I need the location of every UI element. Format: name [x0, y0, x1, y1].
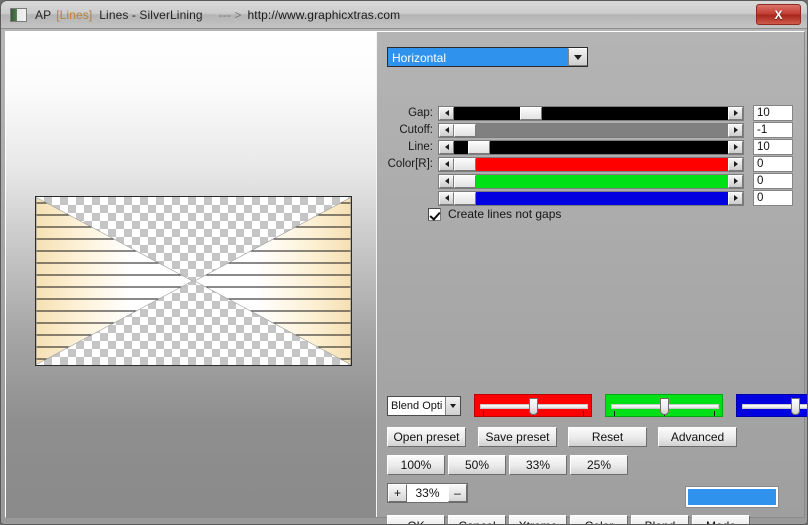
slider-thumb[interactable] [519, 106, 542, 120]
slider-label: Gap: [408, 107, 433, 119]
slider-left-arrow-icon[interactable] [439, 140, 454, 154]
xtreme-button[interactable]: Xtreme [509, 515, 567, 524]
ok-button[interactable]: OK [387, 515, 445, 524]
create-lines-checkbox[interactable]: Create lines not gaps [428, 207, 561, 221]
color-swatch[interactable] [685, 486, 779, 508]
checkbox-label: Create lines not gaps [448, 207, 562, 221]
mode-dropdown-value: Horizontal [388, 48, 568, 66]
title-separator: --- > [218, 7, 242, 22]
zoom-decrease-button[interactable]: – [448, 484, 467, 502]
preview-pane [6, 32, 377, 517]
slider-label: Line: [408, 141, 433, 153]
slider-scrollbar[interactable] [438, 190, 744, 206]
rgb-slider-blue[interactable] [736, 394, 807, 417]
slider-scrollbar[interactable] [438, 173, 744, 189]
slider-row: Color[R]: 0 [378, 156, 804, 172]
close-button[interactable]: X [756, 4, 801, 25]
slider-row: Gap: 10 [378, 105, 804, 121]
slider-right-arrow-icon[interactable] [728, 123, 743, 137]
rgb-slider-red[interactable] [474, 394, 592, 417]
slider-track[interactable] [454, 191, 728, 205]
save-preset-button[interactable]: Save preset [478, 427, 557, 447]
title-plugin-name: Lines - SilverLining [99, 7, 203, 22]
client-area: Horizontal Gap: 10 Cutoff: -1 Line: 10 Color[R… [5, 31, 807, 524]
slider-track[interactable] [454, 123, 728, 137]
slider-scrollbar[interactable] [438, 105, 744, 121]
slider-value-field[interactable]: -1 [753, 122, 793, 138]
slider-right-arrow-icon[interactable] [728, 106, 743, 120]
close-icon: X [774, 7, 783, 22]
control-pane: Horizontal Gap: 10 Cutoff: -1 Line: 10 Color[R… [378, 32, 807, 524]
zoom-stepper[interactable]: + 33% – [387, 483, 468, 503]
zoom-25-button[interactable]: 25% [570, 455, 628, 475]
zoom-50-button[interactable]: 50% [448, 455, 506, 475]
zoom-increase-button[interactable]: + [388, 484, 407, 502]
slider-scrollbar[interactable] [438, 139, 744, 155]
slider-thumb[interactable] [454, 123, 476, 137]
slider-value-field[interactable]: 0 [753, 190, 793, 206]
reset-button[interactable]: Reset [568, 427, 647, 447]
slider-row: 0 [378, 173, 804, 189]
checkbox-box[interactable] [428, 207, 441, 221]
title-plugin-bracket: [Lines] [56, 7, 93, 22]
rgb-slider-thumb[interactable] [660, 398, 669, 415]
slider-thumb[interactable] [454, 157, 476, 171]
mode-button[interactable]: Mode [692, 515, 750, 524]
advanced-button[interactable]: Advanced [658, 427, 737, 447]
slider-left-arrow-icon[interactable] [439, 191, 454, 205]
rgb-slider-green[interactable] [605, 394, 723, 417]
slider-track[interactable] [454, 157, 728, 171]
slider-left-arrow-icon[interactable] [439, 106, 454, 120]
zoom-100-button[interactable]: 100% [387, 455, 445, 475]
blend-button[interactable]: Blend [631, 515, 689, 524]
slider-right-arrow-icon[interactable] [728, 140, 743, 154]
slider-thumb[interactable] [467, 140, 490, 154]
chevron-down-icon[interactable] [445, 396, 460, 415]
app-icon [10, 7, 27, 22]
slider-right-arrow-icon[interactable] [728, 174, 743, 188]
slider-value-field[interactable]: 0 [753, 156, 793, 172]
slider-track[interactable] [454, 106, 728, 120]
slider-track[interactable] [454, 174, 728, 188]
slider-right-arrow-icon[interactable] [728, 191, 743, 205]
slider-scrollbar[interactable] [438, 122, 744, 138]
slider-label: Color[R]: [387, 158, 433, 170]
blend-options-value: Blend Opti [391, 399, 443, 412]
rgb-slider-thumb[interactable] [529, 398, 538, 415]
mode-dropdown[interactable]: Horizontal [387, 47, 588, 67]
plugin-window: AP [Lines] Lines - SilverLining --- > ht… [0, 0, 808, 525]
slider-thumb[interactable] [454, 191, 476, 205]
zoom-33-button[interactable]: 33% [509, 455, 567, 475]
slider-label: Cutoff: [399, 124, 433, 136]
rgb-sliders-group [461, 394, 807, 417]
slider-value-field[interactable]: 10 [753, 105, 793, 121]
title-url: http://www.graphicxtras.com [247, 7, 401, 22]
slider-track[interactable] [454, 140, 728, 154]
rgb-slider-thumb[interactable] [791, 398, 800, 415]
slider-row: Cutoff: -1 [378, 122, 804, 138]
blend-options-row: Blend Opti [387, 394, 807, 417]
slider-row: 0 [378, 190, 804, 206]
slider-left-arrow-icon[interactable] [439, 174, 454, 188]
slider-right-arrow-icon[interactable] [728, 157, 743, 171]
slider-value-field[interactable]: 0 [753, 173, 793, 189]
slider-left-arrow-icon[interactable] [439, 157, 454, 171]
cancel-button[interactable]: Cancel [448, 515, 506, 524]
blend-options-dropdown[interactable]: Blend Opti [387, 395, 461, 416]
slider-scrollbar[interactable] [438, 156, 744, 172]
slider-row: Line: 10 [378, 139, 804, 155]
title-bar[interactable]: AP [Lines] Lines - SilverLining --- > ht… [1, 1, 807, 29]
color-button[interactable]: Color [570, 515, 628, 524]
chevron-down-icon[interactable] [568, 48, 587, 66]
slider-value-field[interactable]: 10 [753, 139, 793, 155]
title-app-name: AP [35, 7, 52, 22]
preview-pattern [36, 197, 351, 365]
preview-image[interactable] [35, 196, 352, 366]
open-preset-button[interactable]: Open preset [387, 427, 466, 447]
slider-left-arrow-icon[interactable] [439, 123, 454, 137]
slider-thumb[interactable] [454, 174, 476, 188]
zoom-level-value: 33% [407, 484, 448, 502]
